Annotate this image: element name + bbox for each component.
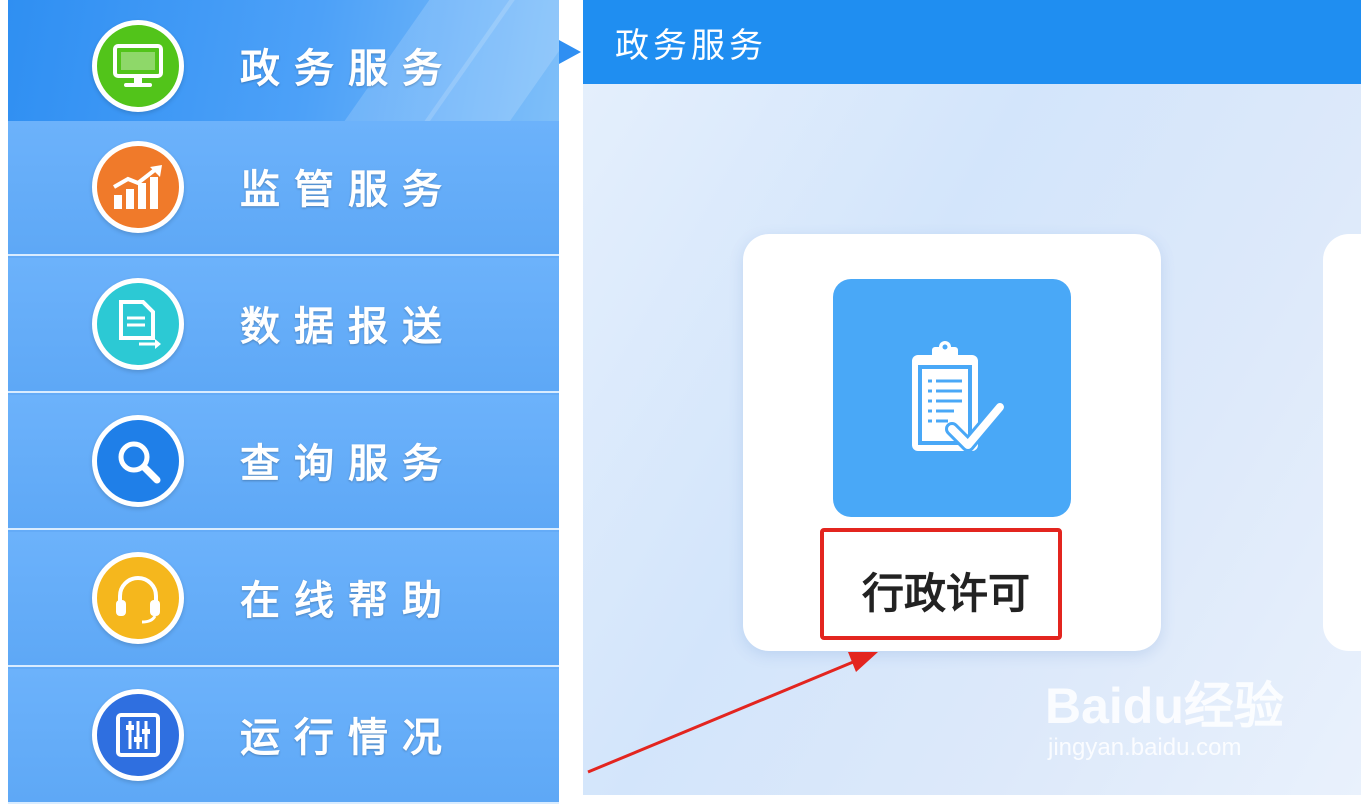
- chart-growth-icon: [92, 141, 184, 233]
- document-send-icon: [92, 278, 184, 370]
- sidebar-item-label: 查询服务: [240, 441, 456, 487]
- sidebar-item-query-service[interactable]: 查询服务: [8, 395, 559, 530]
- headset-icon: [92, 552, 184, 644]
- search-icon: [92, 415, 184, 507]
- clipboard-check-icon: [833, 279, 1071, 517]
- active-pointer-arrow: [559, 40, 581, 64]
- card-label: 行政许可: [862, 569, 1031, 618]
- sidebar-item-data-submission[interactable]: 数据报送: [8, 258, 559, 393]
- watermark-url: jingyan.baidu.com: [1048, 734, 1242, 761]
- sliders-icon: [92, 689, 184, 781]
- main-panel: 政务服务 行政许可 Baidu经验 jingyan.baidu.com: [583, 0, 1361, 795]
- sidebar-item-supervision-service[interactable]: 监管服务: [8, 121, 559, 256]
- sidebar-item-operation-status[interactable]: 运行情况: [8, 669, 559, 804]
- page-title: 政务服务: [615, 26, 767, 66]
- sidebar-item-label: 数据报送: [240, 304, 456, 350]
- watermark-logo: Baidu经验: [1045, 678, 1284, 734]
- main-header: 政务服务: [583, 0, 1361, 84]
- administrative-license-card[interactable]: 行政许可: [743, 234, 1161, 651]
- sidebar-item-government-service[interactable]: 政务服务: [8, 0, 559, 135]
- next-service-card[interactable]: [1323, 234, 1361, 651]
- sidebar-item-label: 在线帮助: [240, 578, 456, 624]
- monitor-icon: [92, 20, 184, 112]
- panel-divider: [559, 0, 583, 795]
- sidebar-item-label: 政务服务: [240, 46, 456, 92]
- sidebar-item-label: 监管服务: [240, 167, 456, 213]
- sidebar-item-online-help[interactable]: 在线帮助: [8, 532, 559, 667]
- sidebar-nav: 政务服务 监管服务 数据报送 查询服务 在线帮助 运行情况: [8, 0, 559, 804]
- sidebar-item-label: 运行情况: [240, 715, 456, 761]
